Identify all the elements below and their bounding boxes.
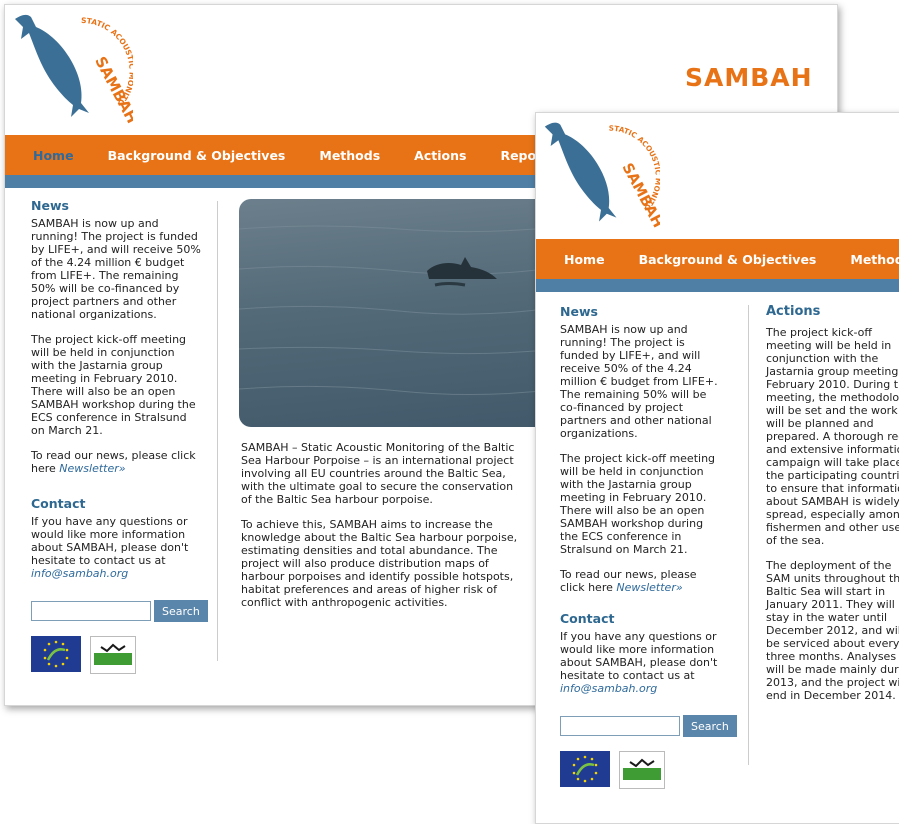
eu-stars-icon <box>43 640 69 668</box>
actions-paragraph-1: The project kick-off meeting will be hel… <box>766 326 899 547</box>
nav-background-objectives-secondary[interactable]: Background & Objectives <box>639 252 817 267</box>
nav-home-secondary[interactable]: Home <box>564 252 605 267</box>
news-paragraph-1-secondary: SAMBAH is now up and running! The projec… <box>560 323 718 440</box>
newsletter-link-secondary[interactable]: Newsletter» <box>616 581 682 594</box>
sambah-logo[interactable]: STATIC ACOUSTIC MONITORING OF THE BALTIC… <box>11 9 133 133</box>
contact-heading: Contact <box>31 496 86 511</box>
intro-text: SAMBAH – Static Acoustic Monitoring of t… <box>241 441 521 621</box>
actions-section: Actions The project kick-off meeting wil… <box>766 305 899 714</box>
contact-paragraph-secondary: If you have any questions or would like … <box>560 630 724 695</box>
contact-email-link-secondary[interactable]: info@sambah.org <box>560 682 657 695</box>
search-bar-secondary: Search <box>560 715 737 737</box>
site-title: SAMBAH <box>685 63 813 92</box>
natura-bird-icon <box>94 643 132 665</box>
news-paragraph-3-secondary: To read our news, please click here News… <box>560 568 724 594</box>
news-heading-secondary: News <box>560 304 598 319</box>
sidebar: News SAMBAH is now up and running! The p… <box>31 198 208 674</box>
nav-actions[interactable]: Actions <box>414 148 466 163</box>
news-paragraph-3: To read our news, please click here News… <box>31 449 201 475</box>
nav-methods[interactable]: Methods <box>319 148 380 163</box>
porpoise-logo-icon: STATIC ACOUSTIC MONITORING OF THE BALTIC… <box>11 9 133 126</box>
contact-text-secondary: If you have any questions or would like … <box>560 630 718 682</box>
intro-paragraph-1: SAMBAH – Static Acoustic Monitoring of t… <box>241 441 515 506</box>
porpoise-in-water-image-icon <box>239 225 559 396</box>
porpoise-photo <box>239 199 559 427</box>
natura-2000-logo-icon[interactable] <box>90 636 136 674</box>
search-button[interactable]: Search <box>154 600 208 622</box>
sub-nav-bar-secondary <box>536 279 899 292</box>
logo-wordmark: SAMBAH <box>91 53 133 126</box>
sambah-logo-secondary[interactable]: STATIC ACOUSTIC MONITORING OF THE BALTIC… <box>540 117 660 237</box>
partner-logos <box>31 636 201 674</box>
news-paragraph-1: SAMBAH is now up and running! The projec… <box>31 217 201 321</box>
search-input-secondary[interactable] <box>560 716 680 736</box>
newsletter-link[interactable]: Newsletter» <box>59 462 125 475</box>
sidebar-divider-secondary <box>748 305 749 765</box>
nav-home[interactable]: Home <box>33 148 74 163</box>
actions-paragraph-2: The deployment of the SAM units througho… <box>766 559 899 702</box>
eu-stars-icon-secondary <box>572 755 598 783</box>
sidebar-divider <box>217 201 218 661</box>
contact-text: If you have any questions or would like … <box>31 515 189 567</box>
eu-life-logo-icon[interactable] <box>31 636 81 672</box>
news-heading: News <box>31 198 69 213</box>
actions-heading: Actions <box>766 304 821 319</box>
contact-paragraph: If you have any questions or would like … <box>31 515 201 580</box>
natura-2000-logo-icon-secondary[interactable] <box>619 751 665 789</box>
news-paragraph-2-secondary: The project kick-off meeting will be hel… <box>560 452 716 556</box>
news-paragraph-2: The project kick-off meeting will be hel… <box>31 333 196 437</box>
search-bar: Search <box>31 600 208 622</box>
eu-life-logo-icon-secondary[interactable] <box>560 751 610 787</box>
main-nav-secondary: Home Background & Objectives Methods <box>536 239 899 279</box>
search-input[interactable] <box>31 601 151 621</box>
contact-email-link[interactable]: info@sambah.org <box>31 567 128 580</box>
nav-methods-secondary[interactable]: Methods <box>850 252 899 267</box>
intro-paragraph-2: To achieve this, SAMBAH aims to increase… <box>241 518 518 609</box>
nav-background-objectives[interactable]: Background & Objectives <box>108 148 286 163</box>
partner-logos-secondary <box>560 751 724 789</box>
porpoise-logo-icon-secondary: STATIC ACOUSTIC MONITORING OF THE BALTIC… <box>540 117 660 231</box>
sidebar-secondary: News SAMBAH is now up and running! The p… <box>560 304 737 789</box>
search-button-secondary[interactable]: Search <box>683 715 737 737</box>
natura-bird-icon-secondary <box>623 758 661 780</box>
webpage-screenshot-actions: STATIC ACOUSTIC MONITORING OF THE BALTIC… <box>535 112 899 824</box>
contact-heading-secondary: Contact <box>560 611 615 626</box>
